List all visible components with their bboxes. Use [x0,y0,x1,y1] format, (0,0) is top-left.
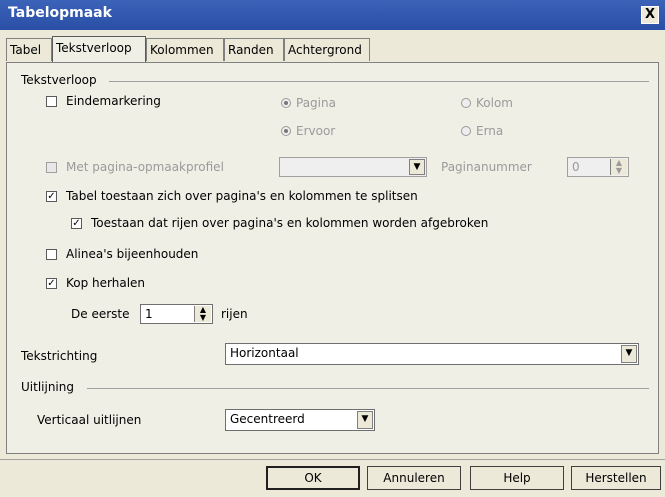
tekstrichting-dropdown[interactable]: Horizontaal ▼ [225,343,639,365]
chevron-down-icon[interactable]: ▼ [409,159,425,175]
rijen-spinner[interactable]: 1 ▲ ▼ [140,304,213,324]
paginanummer-label: Paginanummer [441,160,532,174]
tab-randen[interactable]: Randen [224,38,284,61]
verticaal-uitlijnen-label: Verticaal uitlijnen [37,413,142,427]
alinea-bijeen-label: Alinea's bijeenhouden [66,247,199,261]
table-format-dialog: Tabelopmaak X Tabel Tekstverloop Kolomme… [0,0,665,497]
chevron-down-icon[interactable]: ▼ [621,345,637,363]
rijen-afbreken-checkbox[interactable]: ✓ [71,218,82,229]
reset-button[interactable]: Herstellen [571,466,661,490]
met-paginaopmaak-label: Met pagina-opmaakprofiel [66,160,224,174]
radio-pagina[interactable] [281,98,291,108]
paginanummer-value: 0 [572,160,580,174]
radio-ervoor[interactable] [281,126,291,136]
group-label-uitlijning: Uitlijning [21,380,74,394]
paginanummer-spinner[interactable]: 0 ▲ ▼ [567,157,629,177]
verticaal-uitlijnen-value: Gecentreerd [230,412,305,426]
cancel-button[interactable]: Annuleren [367,466,461,490]
group-label-tekstverloop: Tekstverloop [21,73,97,87]
rijen-label: rijen [221,307,248,321]
tabel-splitsen-checkbox[interactable]: ✓ [46,191,57,202]
tab-tabel[interactable]: Tabel [6,38,52,61]
window-title: Tabelopmaak [8,5,112,21]
tekstrichting-label: Tekstrichting [21,349,98,363]
tabel-splitsen-label: Tabel toestaan zich over pagina's en kol… [66,189,418,203]
kop-herhalen-label: Kop herhalen [66,276,146,290]
eindemarkering-checkbox[interactable] [46,96,57,107]
rijen-value: 1 [145,307,153,321]
spin-buttons-icon[interactable]: ▲ ▼ [194,306,211,322]
radio-ervoor-label: Ervoor [296,124,336,138]
spin-down-icon[interactable]: ▼ [616,166,622,175]
separator [87,388,649,389]
radio-kolom-label: Kolom [476,96,513,110]
separator [109,81,649,82]
paginaopmaak-dropdown[interactable]: ▼ [279,157,427,177]
close-icon[interactable]: X [641,6,659,24]
radio-pagina-label: Pagina [296,96,336,110]
alinea-bijeen-checkbox[interactable] [46,249,57,260]
de-eerste-label: De eerste [71,307,130,321]
separator [0,459,665,460]
tab-achtergrond[interactable]: Achtergrond [284,38,370,61]
radio-erna[interactable] [461,126,471,136]
chevron-down-icon[interactable]: ▼ [357,411,373,429]
met-paginaopmaak-checkbox[interactable] [46,162,57,173]
radio-kolom[interactable] [461,98,471,108]
rijen-afbreken-label: Toestaan dat rijen over pagina's en kolo… [91,216,489,230]
spin-buttons-icon[interactable]: ▲ ▼ [610,159,627,175]
eindemarkering-label: Eindemarkering [66,94,161,108]
tekstverloop-panel: Tekstverloop Eindemarkering Pagina Kolom… [6,62,659,454]
tekstrichting-value: Horizontaal [230,346,299,360]
ok-button[interactable]: OK [266,466,360,490]
help-button[interactable]: Help [470,466,564,490]
tab-tekstverloop[interactable]: Tekstverloop [52,36,146,63]
radio-erna-label: Erna [476,124,504,138]
kop-herhalen-checkbox[interactable]: ✓ [46,278,57,289]
verticaal-uitlijnen-dropdown[interactable]: Gecentreerd ▼ [225,409,375,431]
title-bar: Tabelopmaak X [0,0,665,30]
spin-down-icon[interactable]: ▼ [200,313,206,322]
tab-kolommen[interactable]: Kolommen [146,38,224,61]
